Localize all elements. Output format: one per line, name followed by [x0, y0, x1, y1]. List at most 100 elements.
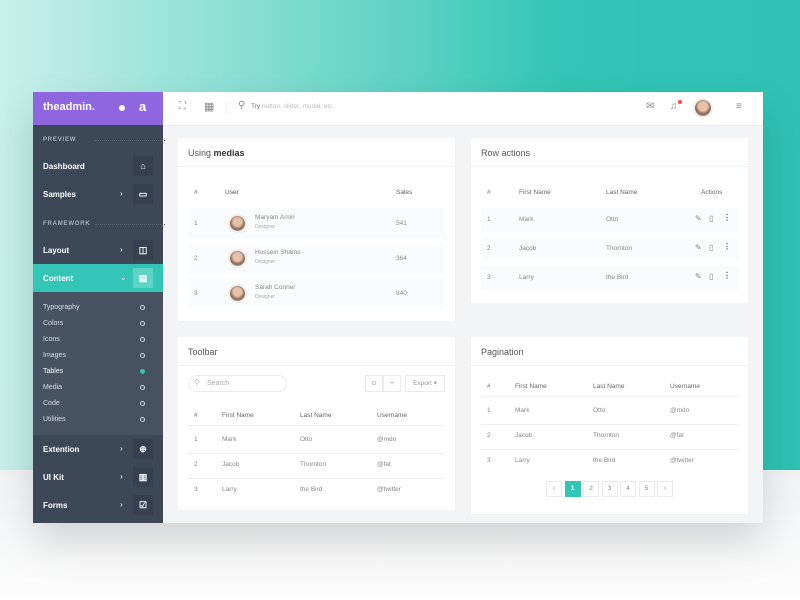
- sidebar-item-content[interactable]: Content ⌄ ▤: [33, 264, 163, 292]
- sidebar-item-label: UI Kit: [43, 473, 64, 482]
- page-button-4[interactable]: 4: [620, 481, 636, 497]
- submenu-item-typography[interactable]: Typography: [43, 304, 80, 311]
- fullscreen-icon[interactable]: ⛶: [179, 101, 186, 112]
- table-cell: @twitter: [377, 486, 401, 493]
- table-cell: @fat: [377, 461, 391, 468]
- user-avatar[interactable]: [693, 98, 713, 118]
- trash-icon[interactable]: ▯: [709, 272, 713, 281]
- sidebar-item-label: Extention: [43, 445, 80, 454]
- refresh-button[interactable]: ⊙: [365, 375, 383, 392]
- submenu-item-tables[interactable]: Tables: [43, 368, 63, 375]
- circle-icon: [140, 321, 145, 326]
- mail-icon[interactable]: ✉: [646, 101, 654, 112]
- page-button-0[interactable]: ‹: [546, 481, 562, 497]
- edit-icon[interactable]: ✎: [695, 272, 702, 281]
- table-search-input[interactable]: ⚲ Search: [188, 375, 287, 392]
- card-title: Pagination: [481, 347, 524, 357]
- page-button-1[interactable]: 1: [564, 481, 581, 497]
- sidebar-toggle-dot[interactable]: [119, 105, 125, 111]
- search-icon: ⚲: [238, 100, 246, 111]
- section-preview: PREVIEW: [43, 137, 167, 143]
- page-button-5[interactable]: 5: [638, 481, 655, 497]
- submenu-item-icons[interactable]: Icons: [43, 336, 60, 343]
- chevron-icon: ›: [120, 444, 123, 453]
- circle-icon: [140, 353, 145, 358]
- table-cell: Jacob: [519, 245, 537, 252]
- table-cell: Jacob: [515, 432, 533, 439]
- more-vertical-icon[interactable]: ⋮: [723, 271, 731, 280]
- user-name: Sarah Conner: [255, 284, 296, 291]
- col-header: #: [194, 189, 198, 196]
- page-button-6[interactable]: ›: [657, 481, 673, 497]
- table-cell: @twitter: [670, 457, 694, 464]
- divider: [226, 101, 227, 115]
- chevron-icon: ›: [120, 245, 123, 254]
- page-button-3[interactable]: 3: [601, 481, 618, 497]
- row-number: 1: [194, 220, 198, 227]
- add-button[interactable]: +: [383, 375, 401, 392]
- global-search-input[interactable]: Try button, slider, modal, etc.: [251, 103, 334, 110]
- content-icon: ▤: [133, 268, 153, 288]
- sidebar-item-samples[interactable]: Samples › ▭: [33, 180, 163, 208]
- sidebar-item-layout[interactable]: Layout › ◫: [33, 236, 163, 264]
- table-cell: 1: [487, 216, 491, 223]
- menu-lines-icon[interactable]: ≡: [736, 101, 742, 112]
- table-cell: 3: [487, 274, 491, 281]
- table-cell: Mark: [222, 436, 237, 443]
- col-header: #: [487, 189, 491, 196]
- trash-icon[interactable]: ▯: [709, 214, 713, 223]
- sidebar-item-label: Forms: [43, 501, 68, 510]
- edit-icon[interactable]: ✎: [695, 214, 702, 223]
- submenu-item-code[interactable]: Code: [43, 400, 60, 407]
- col-header: First Name: [515, 383, 547, 390]
- table-cell: 3: [487, 457, 491, 464]
- card-using-medias: Using medias # User Sales 1 Maryam Amiri…: [178, 138, 455, 321]
- table-cell: @fat: [670, 432, 684, 439]
- table-cell: 1: [194, 436, 198, 443]
- chevron-icon: ⌄: [120, 273, 127, 282]
- avatar: [228, 249, 247, 268]
- submenu-item-utilities[interactable]: Utilities: [43, 416, 66, 423]
- more-vertical-icon[interactable]: ⋮: [723, 242, 731, 251]
- sales-value: 364: [396, 255, 407, 262]
- card-title: Toolbar: [188, 347, 218, 357]
- home-icon: ⌂: [133, 156, 153, 176]
- table-cell: the Bird: [593, 457, 616, 464]
- table-cell: 3: [194, 486, 198, 493]
- topbar: ⛶ ▦ ⚲ Try button, slider, modal, etc. ✉ …: [163, 92, 763, 125]
- ui-kit-icon: ▥: [133, 467, 153, 487]
- user-name: Maryam Amiri: [255, 214, 295, 221]
- plus-circle-icon: ⊕: [133, 439, 153, 459]
- apps-grid-icon[interactable]: ▦: [204, 100, 214, 113]
- user-role: Designer: [255, 294, 276, 300]
- trash-icon[interactable]: ▯: [709, 243, 713, 252]
- table-cell: Mark: [519, 216, 534, 223]
- edit-icon[interactable]: ✎: [695, 243, 702, 252]
- table-cell: Larry: [519, 274, 534, 281]
- submenu-item-colors[interactable]: Colors: [43, 320, 63, 327]
- col-header: #: [487, 383, 491, 390]
- sidebar-item-label: Layout: [43, 246, 70, 255]
- submenu-item-media[interactable]: Media: [43, 384, 62, 391]
- sidebar-item-forms[interactable]: Forms › ☑: [33, 491, 163, 519]
- table-cell: Thornton: [606, 245, 633, 252]
- table-cell: 1: [487, 407, 491, 414]
- logo[interactable]: theadmin.: [43, 101, 95, 113]
- sidebar-item-ui-kit[interactable]: UI Kit › ▥: [33, 463, 163, 491]
- sidebar-item-dashboard[interactable]: Dashboard ⌂: [33, 152, 163, 180]
- content-submenu: Typography Colors Icons Images Tables Me…: [33, 292, 163, 435]
- user-role: Designer: [255, 259, 276, 265]
- sidebar-item-extention[interactable]: Extention › ⊕: [33, 435, 163, 463]
- table-cell: 2: [194, 461, 198, 468]
- notification-badge: [678, 100, 682, 104]
- user-name: Hossein Shams: [255, 249, 301, 256]
- col-header: Username: [670, 383, 700, 390]
- avatar: [228, 284, 247, 303]
- row-number: 2: [194, 255, 198, 262]
- circle-icon: [140, 401, 145, 406]
- submenu-item-images[interactable]: Images: [43, 352, 66, 359]
- more-vertical-icon[interactable]: ⋮: [723, 213, 731, 222]
- export-dropdown[interactable]: Export ▾: [405, 375, 445, 392]
- bell-icon[interactable]: ♫: [670, 101, 678, 112]
- page-button-2[interactable]: 2: [583, 481, 599, 497]
